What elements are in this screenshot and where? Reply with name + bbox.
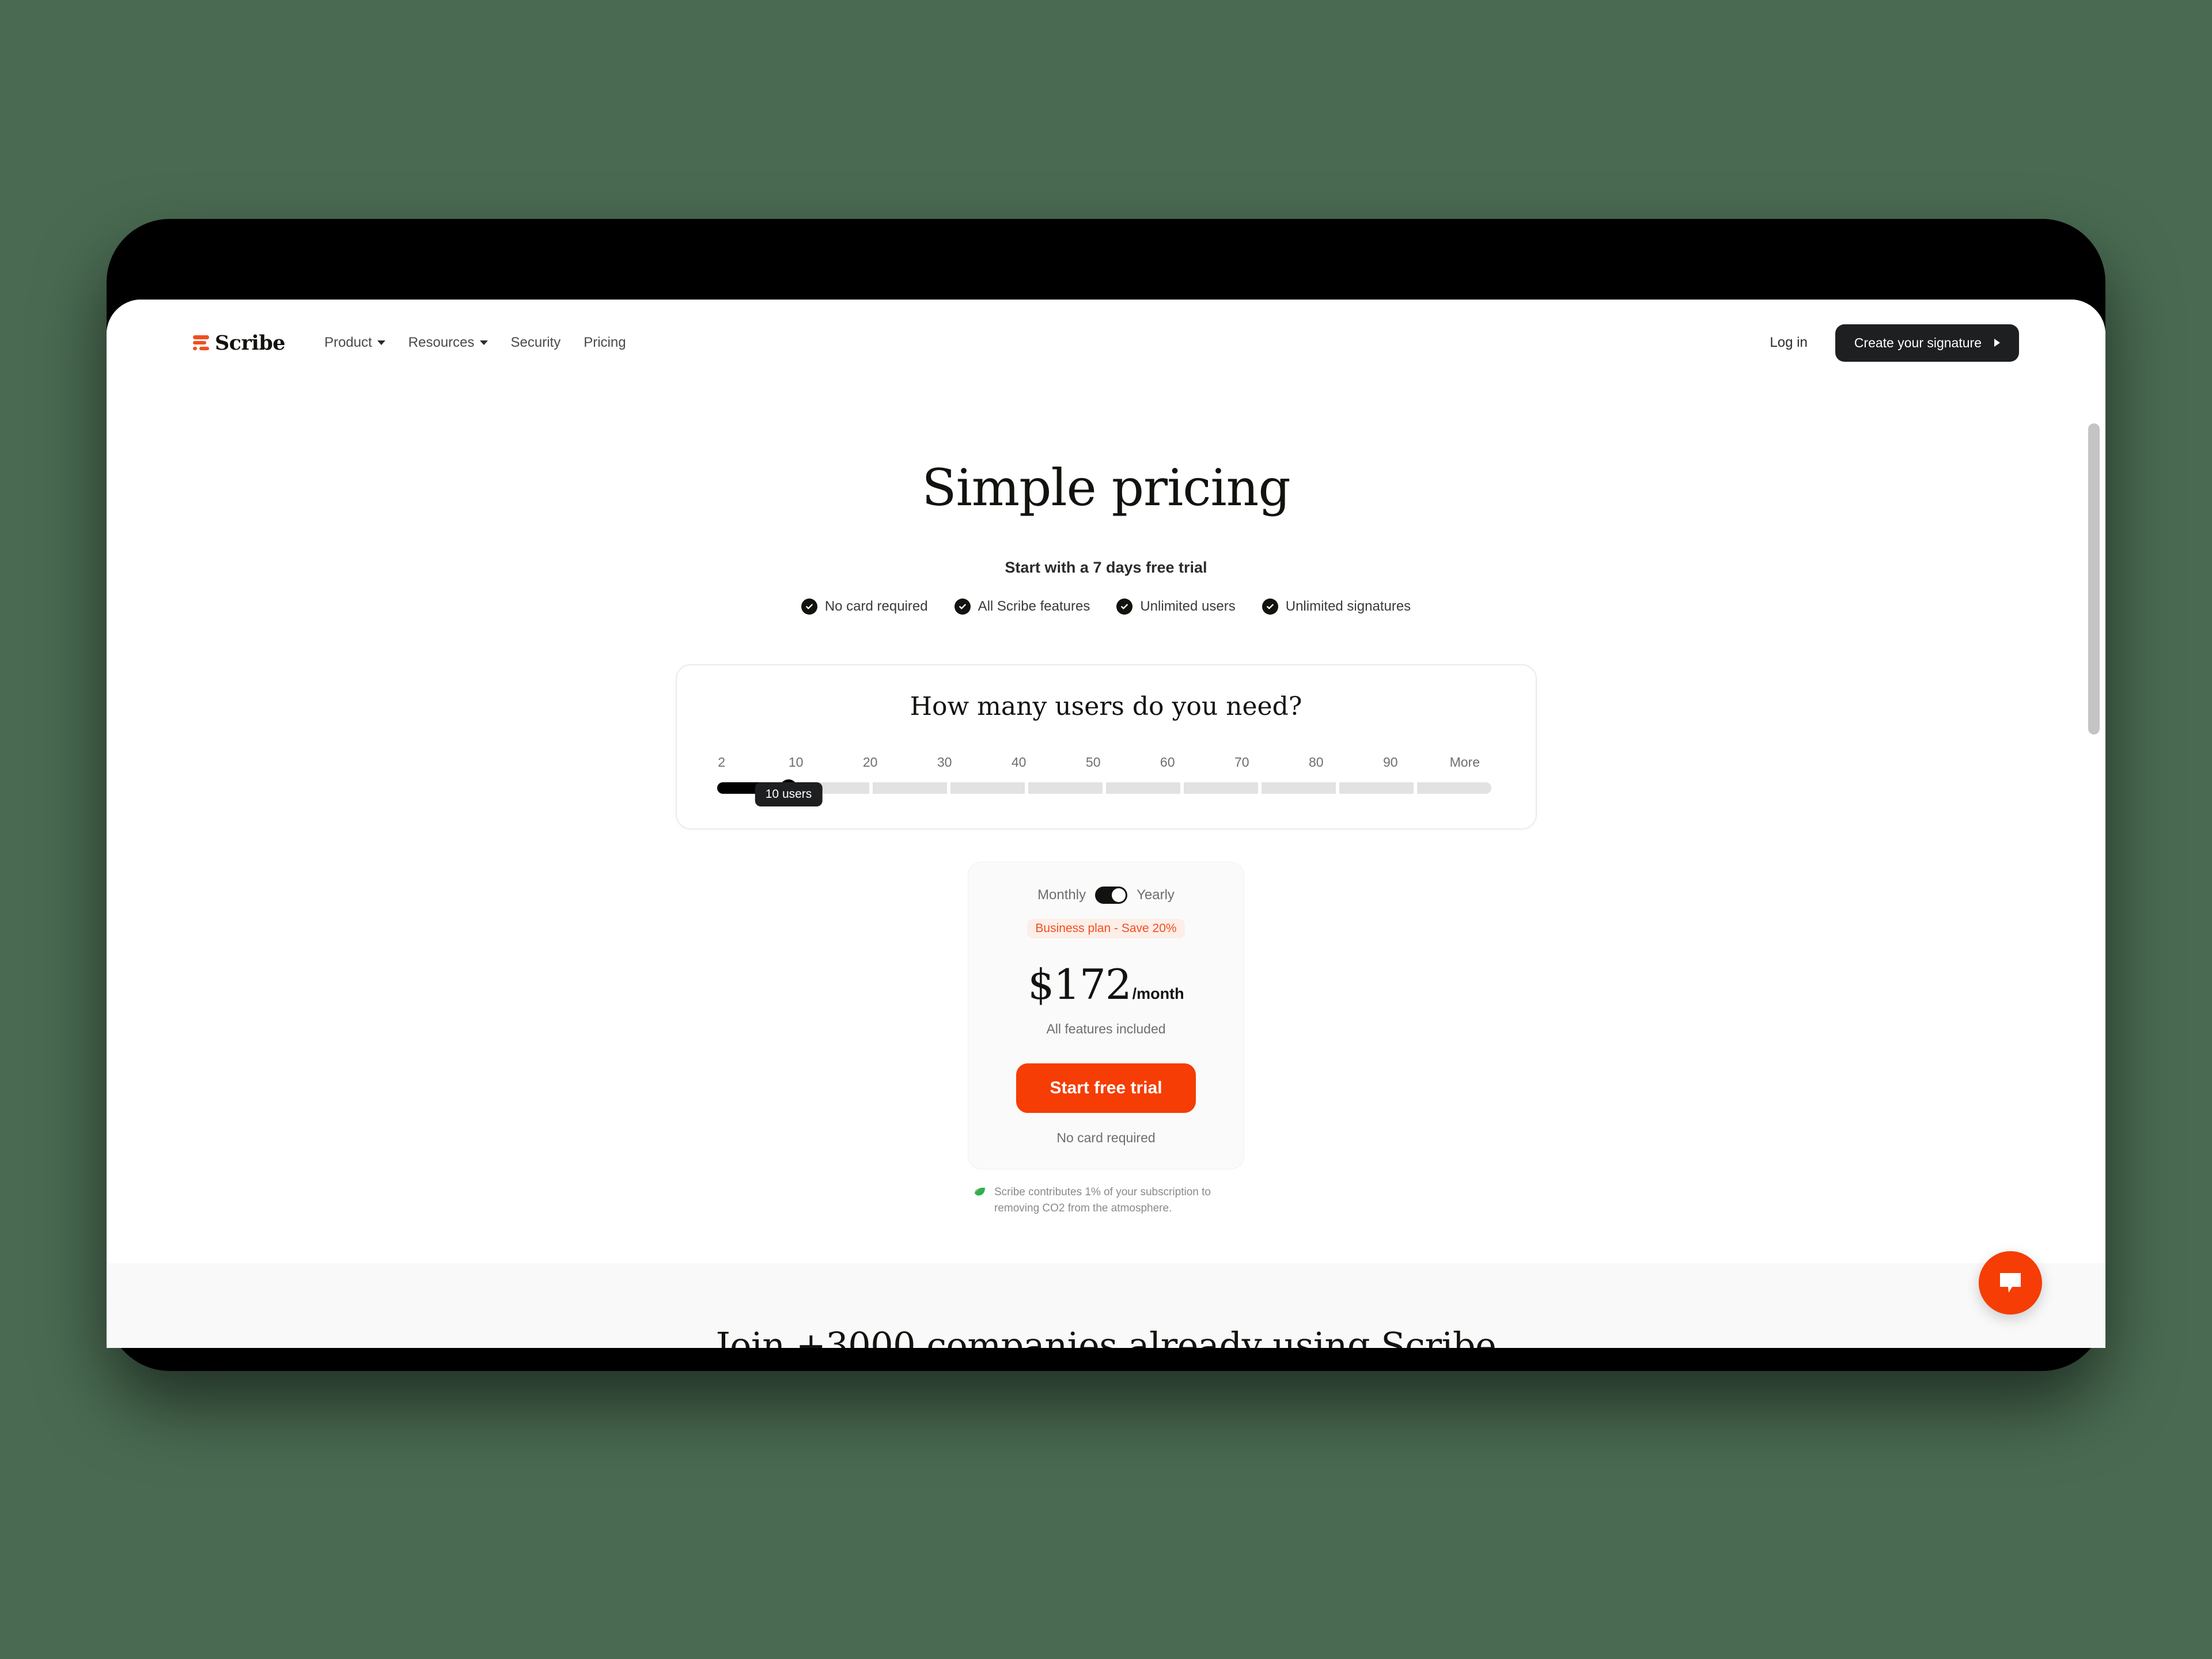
nav-item-resources[interactable]: Resources <box>408 335 488 351</box>
slider-tick-90: 90 <box>1382 755 1398 770</box>
check-icon <box>801 599 817 615</box>
slider-track-segment <box>950 782 1025 794</box>
hero-feature-list: No card required All Scribe features Unl… <box>107 599 2105 615</box>
page-viewport: Scribe Product Resources Security Pricin… <box>107 300 2105 1348</box>
hero-subtitle: Start with a 7 days free trial <box>1005 559 1207 576</box>
card-footnote: No card required <box>1056 1130 1156 1145</box>
create-signature-button[interactable]: Create your signature <box>1835 324 2019 362</box>
chat-bubble-button[interactable] <box>1979 1251 2042 1315</box>
billing-period-toggle: Monthly Yearly <box>986 887 1226 904</box>
slider-tick-70: 70 <box>1234 755 1249 770</box>
feature-unlimited-signatures: Unlimited signatures <box>1262 599 1411 615</box>
slider-track-segment <box>1262 782 1336 794</box>
slider-tick-80: 80 <box>1308 755 1324 770</box>
hero-section: Simple pricing Start with a 7 days free … <box>107 386 2105 615</box>
brand-logo[interactable]: Scribe <box>193 331 286 355</box>
plan-badge: Business plan - Save 20% <box>1027 919 1185 938</box>
check-icon <box>1262 599 1278 615</box>
nav-label-product: Product <box>324 335 372 350</box>
slider-tick-50: 50 <box>1085 755 1101 770</box>
feature-label: Unlimited signatures <box>1285 599 1411 614</box>
user-count-slider[interactable]: 2 10 20 30 40 50 60 70 80 90 More 10 users <box>717 755 1495 806</box>
companies-heading: Join +3000 companies already using Scrib… <box>715 1324 1497 1348</box>
billing-toggle-switch[interactable] <box>1095 887 1128 904</box>
chevron-down-icon <box>377 340 385 345</box>
slider-tick-40: 40 <box>1011 755 1027 770</box>
nav-item-product[interactable]: Product <box>324 335 385 351</box>
primary-nav: Product Resources Security Pricing <box>324 335 626 351</box>
slider-tick-60: 60 <box>1160 755 1175 770</box>
feature-all-scribe-features: All Scribe features <box>954 599 1090 615</box>
price-display: $172 /month <box>986 960 1226 1009</box>
site-header: Scribe Product Resources Security Pricin… <box>107 300 2105 386</box>
chevron-right-icon <box>1994 339 2000 347</box>
brand-name: Scribe <box>215 331 286 355</box>
slider-tick-20: 20 <box>862 755 878 770</box>
billing-yearly-label[interactable]: Yearly <box>1137 887 1175 903</box>
slider-question: How many users do you need? <box>910 692 1302 721</box>
slider-tick-10: 10 <box>788 755 804 770</box>
slider-track[interactable] <box>717 779 1495 797</box>
page-title: Simple pricing <box>922 458 1290 517</box>
companies-section: Join +3000 companies already using Scrib… <box>107 1263 2105 1348</box>
price-amount: $172 <box>1028 960 1131 1009</box>
slider-track-segment <box>1184 782 1259 794</box>
slider-track-segment <box>1339 782 1414 794</box>
leaf-icon <box>974 1187 986 1200</box>
create-signature-label: Create your signature <box>1854 335 1982 350</box>
check-icon <box>954 599 971 615</box>
nav-label-pricing: Pricing <box>584 335 626 350</box>
toggle-knob <box>1112 888 1126 902</box>
slider-track-segment <box>1106 782 1181 794</box>
billing-monthly-label[interactable]: Monthly <box>1037 887 1086 903</box>
slider-track-segment <box>1028 782 1103 794</box>
price-note: All features included <box>1046 1021 1166 1036</box>
nav-label-security: Security <box>510 335 561 350</box>
feature-unlimited-users: Unlimited users <box>1116 599 1236 615</box>
slider-track-segment <box>872 782 947 794</box>
slider-tick-2: 2 <box>718 755 725 770</box>
slider-value-tooltip: 10 users <box>755 782 823 806</box>
slider-tick-labels: 2 10 20 30 40 50 60 70 80 90 More <box>717 755 1495 774</box>
pricing-card: Monthly Yearly Business plan - Save 20% … <box>968 862 1244 1169</box>
feature-label: Unlimited users <box>1140 599 1236 614</box>
nav-item-pricing[interactable]: Pricing <box>584 335 626 351</box>
scribe-logo-icon <box>193 335 209 350</box>
login-link[interactable]: Log in <box>1770 335 1807 351</box>
start-free-trial-button[interactable]: Start free trial <box>1016 1063 1196 1113</box>
slider-track-segment <box>1417 782 1492 794</box>
nav-item-security[interactable]: Security <box>511 335 561 351</box>
check-icon <box>1116 599 1133 615</box>
slider-tick-more: More <box>1449 755 1480 770</box>
scrollbar-thumb[interactable] <box>2088 423 2100 734</box>
feature-no-card-required: No card required <box>801 599 928 615</box>
slider-tick-30: 30 <box>937 755 952 770</box>
chat-bubble-icon <box>2000 1273 2021 1293</box>
co2-contribution-note: Scribe contributes 1% of your subscripti… <box>968 1184 1244 1216</box>
chevron-down-icon <box>479 340 488 345</box>
user-count-card: How many users do you need? 2 10 20 30 40 50 6… <box>675 664 1537 830</box>
nav-label-resources: Resources <box>408 335 475 350</box>
feature-label: All Scribe features <box>978 599 1090 614</box>
feature-label: No card required <box>824 599 928 614</box>
header-actions: Log in Create your signature <box>1770 324 2019 362</box>
browser-window: Scribe Product Resources Security Pricin… <box>107 300 2105 1348</box>
co2-note-text: Scribe contributes 1% of your subscripti… <box>994 1186 1211 1214</box>
price-period: /month <box>1132 985 1184 1002</box>
